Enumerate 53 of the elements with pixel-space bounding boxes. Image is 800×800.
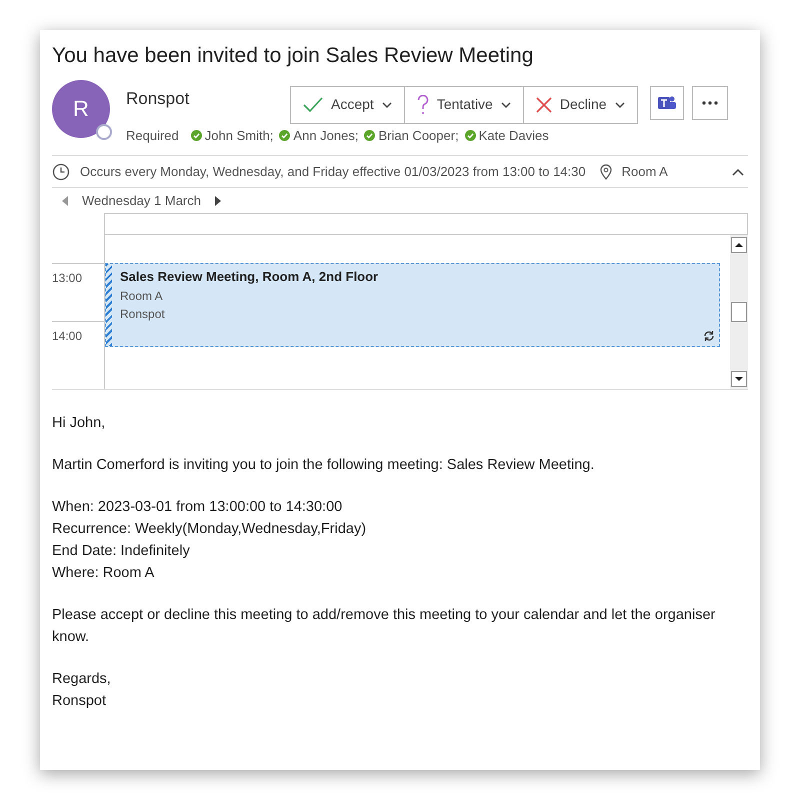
body-text: Martin Comerford is inviting you to join the following meeting: Sales Review Meeting. [52,456,596,475]
scroll-up-icon [731,237,747,253]
body-text: Ronspot [52,692,108,711]
time-label: 14:00 [52,329,82,343]
question-mark-icon [416,94,429,114]
event-title: Sales Review Meeting, Room A, 2nd Floor [120,268,378,286]
body-text: End Date: Indefinitely [52,542,191,561]
response-button[interactable]: Tentative [404,86,523,122]
chevron-up-icon [732,168,744,176]
previous-day-button[interactable] [62,196,68,206]
location-text: Room A [622,162,668,181]
cross-icon [536,96,552,112]
response-button[interactable]: Accept [291,86,404,122]
scrollbar[interactable] [730,235,748,389]
recurring-icon [703,330,715,342]
meeting-event[interactable]: Sales Review Meeting, Room A, 2nd Floor Room A Ronspot [105,263,720,347]
sender-name: Ronspot [126,88,190,110]
scroll-down-icon [731,371,747,387]
checkmark-icon [303,96,323,112]
body-text: Regards, [52,670,112,689]
triangle-right-icon [215,196,221,206]
teams-button[interactable] [650,86,684,120]
recurrence-text: Occurs every Monday, Wednesday, and Friday effective 01/03/2023 from 13:00 to 14:30 [80,162,586,181]
triangle-left-icon [62,196,68,206]
event-location: Room A [120,288,164,304]
more-icon [702,100,718,104]
collapse-button[interactable] [732,168,744,176]
attendee-name: John Smith; [204,126,274,144]
event-organizer: Ronspot [120,306,166,322]
clock-icon [52,162,70,180]
body-text: Where: Room A [52,564,156,583]
avatar: R [52,80,110,138]
email-subject: You have been invited to join Sales Review Meeting [52,43,534,69]
body-text: Please accept or decline this meeting to add/remove this meeting to your calendar and let the organiser know. [52,606,716,647]
attendee-name: Brian Cooper; [378,126,459,145]
chevron-down-icon [382,102,392,108]
chevron-down-icon [500,102,511,108]
scroll-thumb[interactable] [731,302,747,322]
next-day-button[interactable] [215,196,221,206]
required-label: Required [126,126,179,145]
calendar-date: Wednesday 1 March [82,192,201,210]
teams-icon [658,94,676,110]
body-text: Hi John, [52,414,106,433]
chevron-down-icon [614,102,625,108]
presence-icon [96,124,112,140]
time-label: 13:00 [52,271,82,285]
attendee-name: Ann Jones; [293,126,358,144]
more-button[interactable] [692,86,728,120]
body-text: When: 2023-03-01 from 13:00:00 to 14:30:00 [52,498,344,517]
response-button[interactable]: Decline [522,86,637,122]
body-text: Recurrence: Weekly(Monday,Wednesday,Friday) [52,520,368,539]
location-pin-icon [600,164,612,180]
attendee-name: Kate Davies [478,126,549,144]
